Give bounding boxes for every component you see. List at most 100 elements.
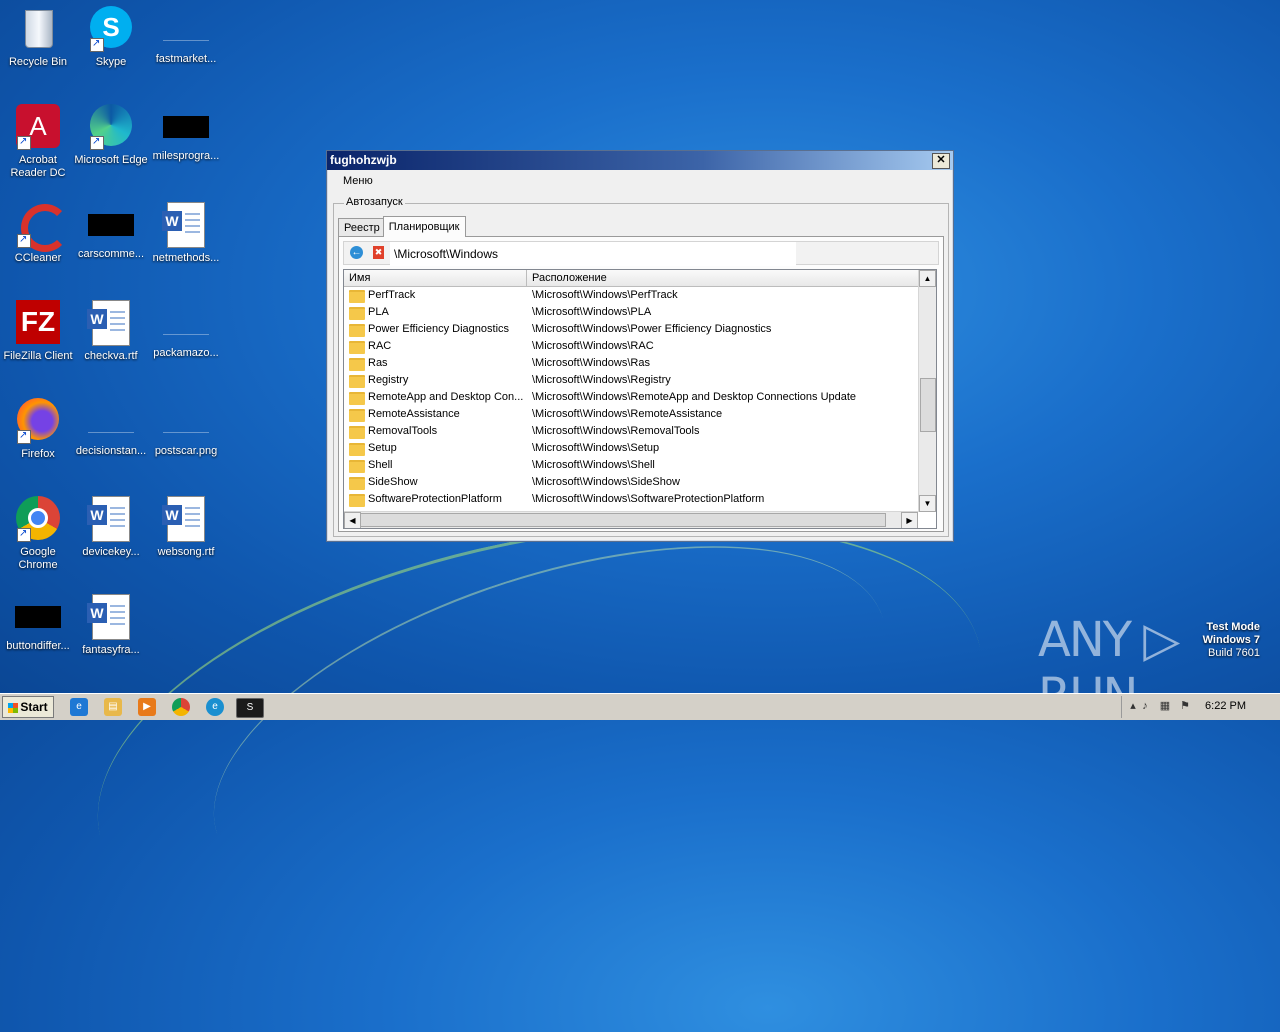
- folder-icon: [349, 375, 365, 388]
- task-location: \Microsoft\Windows\RemoteApp and Desktop…: [532, 391, 857, 403]
- desktop-icon-label: Microsoft Edge: [74, 154, 148, 166]
- filezilla-icon: FZ: [15, 300, 61, 346]
- desktop-icon-filezilla[interactable]: FZ FileZilla Client: [0, 300, 76, 363]
- column-header-location[interactable]: Расположение: [527, 270, 917, 286]
- close-button[interactable]: ✕: [932, 153, 950, 169]
- start-button[interactable]: Start: [2, 696, 54, 718]
- internet-explorer-icon[interactable]: e: [70, 698, 88, 716]
- desktop-icon-buttondiffer[interactable]: buttondiffer...: [0, 594, 76, 653]
- task-location: \Microsoft\Windows\RemoteAssistance: [532, 408, 723, 420]
- desktop-icon-label: Google Chrome: [18, 546, 58, 571]
- desktop-icon-packamazo[interactable]: packamazo...: [148, 300, 224, 360]
- task-location: \Microsoft\Windows\Shell: [532, 459, 655, 471]
- task-name: Setup: [368, 442, 397, 454]
- list-item[interactable]: SoftwareProtectionPlatform \Microsoft\Win…: [344, 491, 918, 508]
- delete-icon[interactable]: ✖: [373, 246, 384, 259]
- folder-icon: [349, 341, 365, 354]
- back-arrow-icon[interactable]: ←: [350, 246, 363, 259]
- list-item[interactable]: RAC \Microsoft\Windows\RAC: [344, 338, 918, 355]
- scroll-up-icon[interactable]: ▲: [919, 270, 936, 287]
- desktop-icon-websong[interactable]: W websong.rtf: [148, 496, 224, 559]
- menu-bar: Меню: [327, 170, 953, 192]
- list-item[interactable]: Shell \Microsoft\Windows\Shell: [344, 457, 918, 474]
- word-document-icon: W: [87, 594, 134, 640]
- running-app-icon[interactable]: S: [236, 698, 264, 718]
- desktop-icon-recycle-bin[interactable]: Recycle Bin: [0, 6, 76, 69]
- list-item[interactable]: RemoteApp and Desktop Con... \Microsoft\W…: [344, 389, 918, 406]
- list-item[interactable]: Setup \Microsoft\Windows\Setup: [344, 440, 918, 457]
- list-item[interactable]: PerfTrack \Microsoft\Windows\PerfTrack: [344, 287, 918, 304]
- scroll-left-icon[interactable]: ◀: [344, 512, 361, 528]
- firefox-icon: [15, 398, 61, 444]
- desktop-icon-skype[interactable]: S Skype: [73, 6, 149, 69]
- group-label: Автозапуск: [344, 196, 405, 208]
- scroll-down-icon[interactable]: ▼: [919, 495, 936, 512]
- tab-registry[interactable]: Реестр: [338, 218, 386, 237]
- task-list: Имя Расположение PerfTrack \Microsoft\Win…: [343, 269, 937, 529]
- desktop-icon-fantasyfra[interactable]: W fantasyfra...: [73, 594, 149, 657]
- volume-icon[interactable]: ♪: [1138, 699, 1152, 713]
- task-location: \Microsoft\Windows\Power Efficiency Diag…: [532, 323, 772, 335]
- task-name: RAC: [368, 340, 392, 352]
- desktop-icon-chrome[interactable]: Google Chrome: [0, 496, 76, 572]
- folder-icon: [349, 477, 365, 490]
- system-tray: ▴ ♪ ▦ ⚑ 6:22 PM: [1121, 696, 1280, 718]
- file-thumbnail: [163, 18, 209, 41]
- media-player-icon[interactable]: ▶: [138, 698, 156, 716]
- clock[interactable]: 6:22 PM: [1205, 700, 1246, 712]
- desktop-icon-postscar[interactable]: postscar.png: [148, 398, 224, 458]
- list-item[interactable]: Ras \Microsoft\Windows\Ras: [344, 355, 918, 372]
- desktop-icon-checkva[interactable]: W checkva.rtf: [73, 300, 149, 363]
- task-location: \Microsoft\Windows\Setup: [532, 442, 660, 454]
- window-titlebar[interactable]: fughohzwjb ✕: [327, 151, 953, 170]
- explorer-icon[interactable]: ▤: [104, 698, 122, 716]
- scroll-thumb[interactable]: [360, 513, 886, 527]
- desktop-icon-fastmarket[interactable]: fastmarket...: [148, 6, 224, 66]
- list-header: Имя Расположение: [344, 270, 918, 287]
- edge-icon[interactable]: e: [206, 698, 224, 716]
- word-document-icon: W: [87, 496, 134, 542]
- folder-icon: [349, 460, 365, 473]
- desktop-icon-milesprogra[interactable]: milesprogra...: [148, 104, 224, 163]
- desktop-icon-label: devicekey...: [82, 546, 140, 558]
- scroll-thumb[interactable]: [920, 378, 936, 432]
- skype-icon: S: [88, 6, 134, 52]
- horizontal-scrollbar[interactable]: ◀ ▶: [344, 511, 918, 528]
- app-window: fughohzwjb ✕ Меню Автозапуск Реестр Плани…: [326, 150, 954, 542]
- list-item[interactable]: RemovalTools \Microsoft\Windows\RemovalTo…: [344, 423, 918, 440]
- flag-icon[interactable]: ⚑: [1178, 699, 1192, 713]
- folder-icon: [349, 392, 365, 405]
- desktop-icon-acrobat[interactable]: A Acrobat Reader DC: [0, 104, 76, 180]
- task-name: PerfTrack: [368, 289, 416, 301]
- edge-icon: [88, 104, 134, 150]
- desktop-icon-firefox[interactable]: Firefox: [0, 398, 76, 461]
- desktop-icon-decisionstan[interactable]: decisionstan...: [73, 398, 149, 458]
- desktop-icon-carscomme[interactable]: carscomme...: [73, 202, 149, 261]
- column-header-name[interactable]: Имя: [344, 270, 527, 286]
- word-document-icon: W: [162, 202, 209, 248]
- list-item[interactable]: Power Efficiency Diagnostics \Microsoft\W…: [344, 321, 918, 338]
- desktop-icon-devicekey[interactable]: W devicekey...: [73, 496, 149, 559]
- tab-strip: Реестр Планировщик: [338, 216, 466, 237]
- desktop-icon-ccleaner[interactable]: CCleaner: [0, 202, 76, 265]
- path-input[interactable]: [390, 242, 796, 266]
- scroll-right-icon[interactable]: ▶: [901, 512, 918, 528]
- list-item[interactable]: SideShow \Microsoft\Windows\SideShow: [344, 474, 918, 491]
- test-mode-watermark: Test Mode Windows 7 Build 7601: [1203, 621, 1260, 660]
- list-item[interactable]: Registry \Microsoft\Windows\Registry: [344, 372, 918, 389]
- tab-scheduler[interactable]: Планировщик: [382, 216, 466, 237]
- folder-icon: [349, 307, 365, 320]
- desktop-icon-label: netmethods...: [152, 252, 220, 264]
- desktop-icon-label: FileZilla Client: [3, 350, 73, 362]
- desktop-icon-netmethods[interactable]: W netmethods...: [148, 202, 224, 265]
- word-document-icon: W: [162, 496, 209, 542]
- desktop-icon-label: checkva.rtf: [84, 350, 138, 362]
- menu-item-menu[interactable]: Меню: [343, 175, 373, 187]
- vertical-scrollbar[interactable]: ▲ ▼: [918, 270, 936, 512]
- list-item[interactable]: PLA \Microsoft\Windows\PLA: [344, 304, 918, 321]
- network-icon[interactable]: ▦: [1158, 699, 1172, 713]
- list-item[interactable]: RemoteAssistance \Microsoft\Windows\Remot…: [344, 406, 918, 423]
- desktop-icon-edge[interactable]: Microsoft Edge: [73, 104, 149, 167]
- folder-icon: [349, 409, 365, 422]
- chrome-icon[interactable]: [172, 698, 190, 716]
